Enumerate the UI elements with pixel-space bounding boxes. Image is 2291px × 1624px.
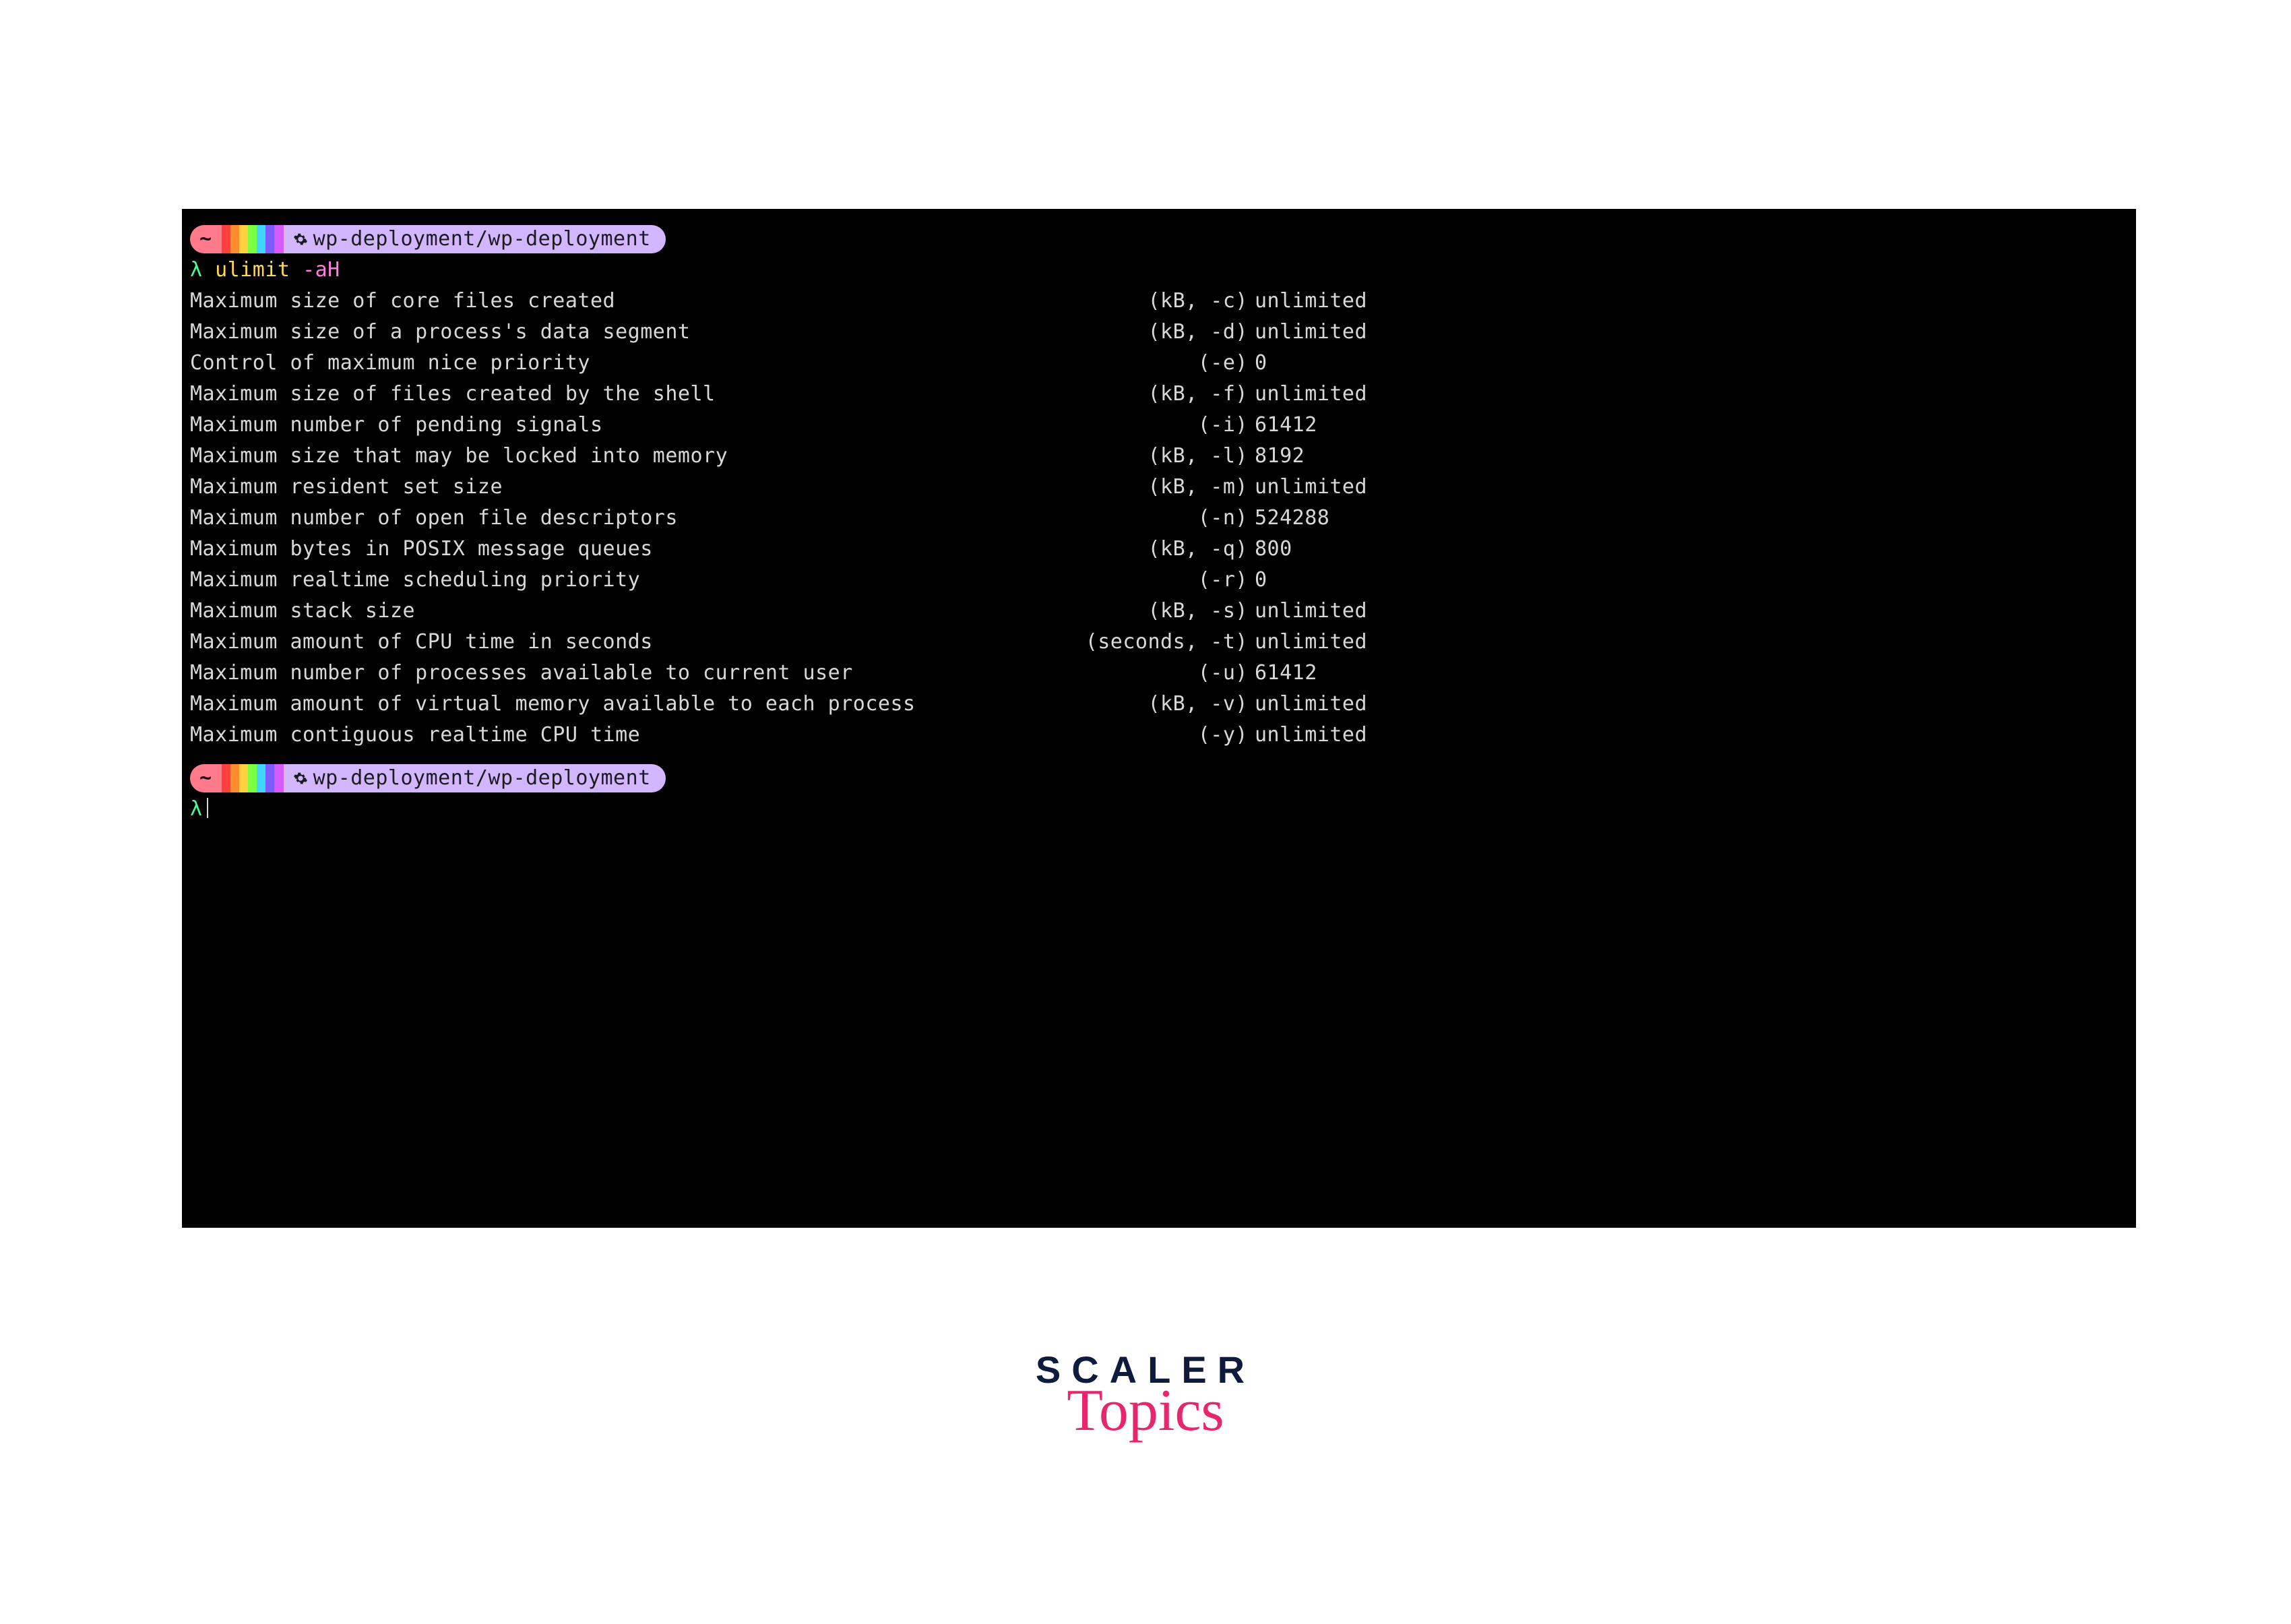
prompt-tilde: ~ — [190, 225, 222, 253]
prompt-pill: ~ wp-deployment/wp-deployment — [190, 225, 666, 253]
limit-flag: (-y) — [1046, 720, 1255, 751]
limit-value: unlimited — [1255, 720, 1367, 751]
prompt-pill: ~ wp-deployment/wp-deployment — [190, 764, 666, 792]
limit-flag: (-r) — [1046, 565, 1255, 596]
prompt-path-text: wp-deployment/wp-deployment — [313, 225, 651, 253]
limit-value: 0 — [1255, 565, 1267, 596]
output-row: Maximum number of processes available to… — [190, 658, 2136, 689]
output-row: Maximum number of open file descriptors(… — [190, 503, 2136, 534]
limit-value: 61412 — [1255, 658, 1317, 689]
logo-topics: Topics — [1036, 1377, 1255, 1445]
output-row: Maximum amount of virtual memory availab… — [190, 689, 2136, 720]
output-row: Control of maximum nice priority(-e)0 — [190, 348, 2136, 379]
limit-value: 0 — [1255, 348, 1267, 379]
limit-value: 61412 — [1255, 410, 1317, 441]
limit-flag: (kB, -l) — [1046, 441, 1255, 472]
output-row: Maximum size of core files created(kB, -… — [190, 286, 2136, 317]
output-row: Maximum contiguous realtime CPU time(-y)… — [190, 720, 2136, 751]
limit-description: Maximum contiguous realtime CPU time — [190, 720, 1046, 751]
terminal-window[interactable]: ~ wp-deployment/wp-deployment λ ulimit -… — [182, 209, 2136, 1228]
command-line-empty[interactable]: λ — [182, 794, 2136, 825]
command-line[interactable]: λ ulimit -aH — [182, 255, 2136, 286]
command-name: ulimit — [215, 258, 290, 282]
prompt-path: wp-deployment/wp-deployment — [284, 225, 666, 253]
output-row: Maximum bytes in POSIX message queues(kB… — [190, 534, 2136, 565]
prompt-stripes — [222, 225, 284, 253]
limit-value: unlimited — [1255, 627, 1367, 658]
limit-flag: (kB, -m) — [1046, 472, 1255, 503]
limit-description: Maximum realtime scheduling priority — [190, 565, 1046, 596]
limit-flag: (kB, -d) — [1046, 317, 1255, 348]
limit-value: unlimited — [1255, 317, 1367, 348]
limit-description: Maximum size of core files created — [190, 286, 1046, 317]
limit-flag: (-i) — [1046, 410, 1255, 441]
output-row: Maximum amount of CPU time in seconds(se… — [190, 627, 2136, 658]
gear-icon — [293, 232, 308, 247]
command-args: -aH — [303, 258, 340, 282]
limit-value: unlimited — [1255, 379, 1367, 410]
limit-description: Maximum amount of CPU time in seconds — [190, 627, 1046, 658]
prompt-path: wp-deployment/wp-deployment — [284, 764, 666, 792]
limit-description: Maximum stack size — [190, 596, 1046, 627]
scaler-topics-logo: SCALER Topics — [1036, 1348, 1255, 1445]
limit-flag: (seconds, -t) — [1046, 627, 1255, 658]
limit-description: Maximum size of a process's data segment — [190, 317, 1046, 348]
limit-description: Maximum number of open file descriptors — [190, 503, 1046, 534]
limit-value: 800 — [1255, 534, 1292, 565]
limit-value: 524288 — [1255, 503, 1329, 534]
limit-flag: (-n) — [1046, 503, 1255, 534]
limit-value: unlimited — [1255, 472, 1367, 503]
limit-description: Maximum number of pending signals — [190, 410, 1046, 441]
limit-flag: (kB, -v) — [1046, 689, 1255, 720]
limit-flag: (kB, -c) — [1046, 286, 1255, 317]
limit-flag: (-u) — [1046, 658, 1255, 689]
limit-value: unlimited — [1255, 596, 1367, 627]
limit-description: Maximum number of processes available to… — [190, 658, 1046, 689]
limit-value: unlimited — [1255, 286, 1367, 317]
output-row: Maximum realtime scheduling priority(-r)… — [190, 565, 2136, 596]
prompt-stripes — [222, 764, 284, 792]
limit-description: Maximum resident set size — [190, 472, 1046, 503]
output-row: Maximum number of pending signals(-i)614… — [190, 410, 2136, 441]
prompt-tilde: ~ — [190, 764, 222, 792]
limit-flag: (kB, -q) — [1046, 534, 1255, 565]
prompt-lambda: λ — [190, 797, 203, 821]
output-row: Maximum size that may be locked into mem… — [190, 441, 2136, 472]
gear-icon — [293, 771, 308, 786]
limit-flag: (-e) — [1046, 348, 1255, 379]
command-output: Maximum size of core files created(kB, -… — [182, 286, 2136, 751]
limit-flag: (kB, -f) — [1046, 379, 1255, 410]
limit-description: Control of maximum nice priority — [190, 348, 1046, 379]
limit-flag: (kB, -s) — [1046, 596, 1255, 627]
output-row: Maximum size of files created by the she… — [190, 379, 2136, 410]
output-row: Maximum resident set size(kB, -m)unlimit… — [190, 472, 2136, 503]
output-row: Maximum stack size(kB, -s)unlimited — [190, 596, 2136, 627]
limit-description: Maximum size of files created by the she… — [190, 379, 1046, 410]
limit-value: 8192 — [1255, 441, 1305, 472]
prompt-lambda: λ — [190, 258, 203, 282]
cursor — [207, 798, 208, 818]
output-row: Maximum size of a process's data segment… — [190, 317, 2136, 348]
limit-description: Maximum size that may be locked into mem… — [190, 441, 1046, 472]
limit-value: unlimited — [1255, 689, 1367, 720]
limit-description: Maximum bytes in POSIX message queues — [190, 534, 1046, 565]
limit-description: Maximum amount of virtual memory availab… — [190, 689, 1046, 720]
prompt-path-text: wp-deployment/wp-deployment — [313, 764, 651, 792]
